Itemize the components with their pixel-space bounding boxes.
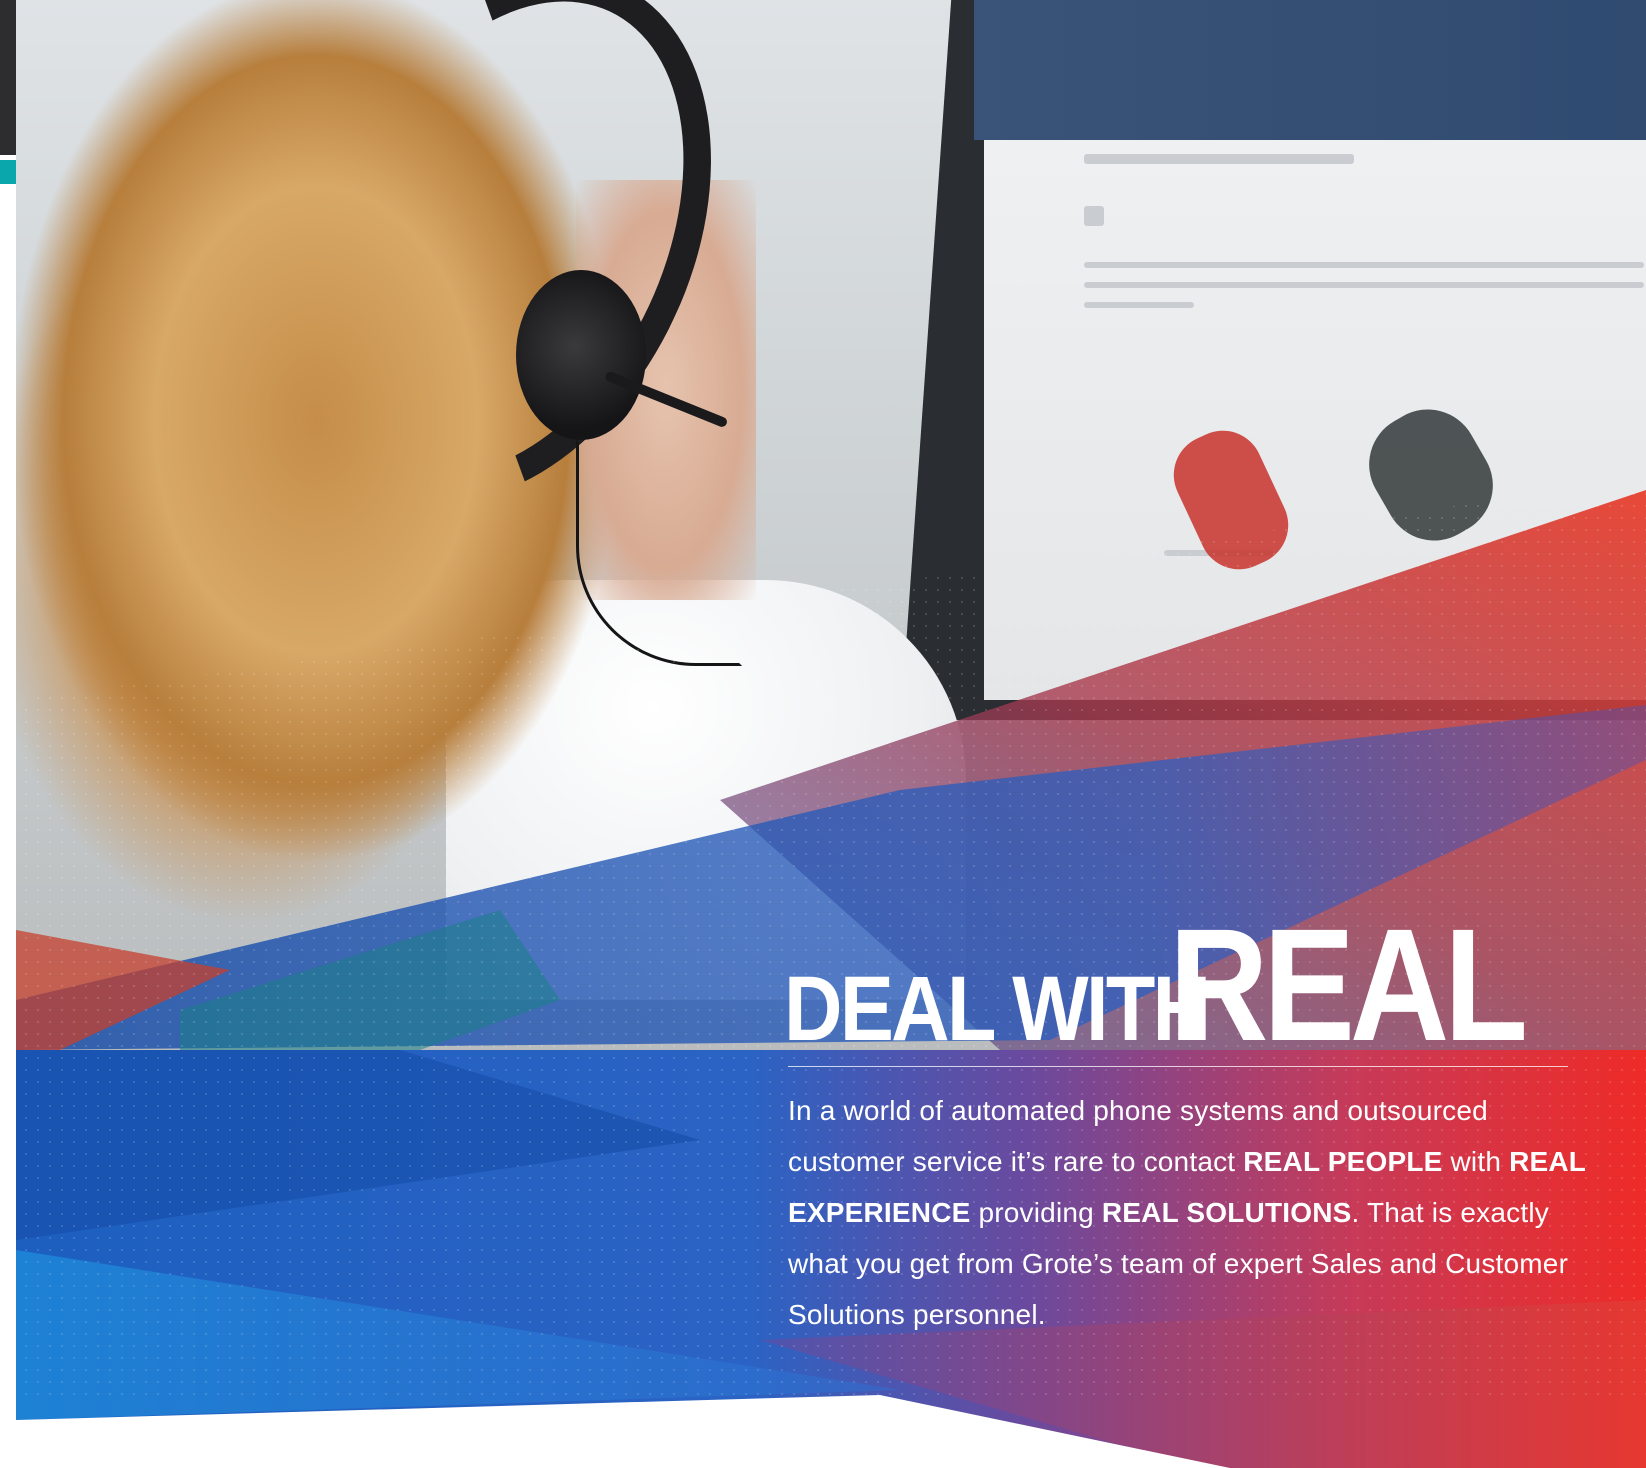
brochure-page: DEAL WITH REAL In a world of automated p… bbox=[0, 0, 1646, 1468]
body-paragraph: In a world of automated phone systems an… bbox=[788, 1085, 1588, 1340]
headline-deal-with: DEAL WITH bbox=[784, 958, 1211, 1060]
body-text-2: with bbox=[1442, 1146, 1510, 1177]
headline-divider bbox=[788, 1066, 1568, 1067]
real-solutions: REAL SOLUTIONS bbox=[1101, 1197, 1352, 1228]
headline-real: REAL bbox=[1169, 895, 1528, 1074]
headline: DEAL WITH REAL bbox=[784, 905, 1574, 1065]
body-text-3: providing bbox=[970, 1197, 1102, 1228]
real-people: REAL PEOPLE bbox=[1243, 1146, 1443, 1177]
